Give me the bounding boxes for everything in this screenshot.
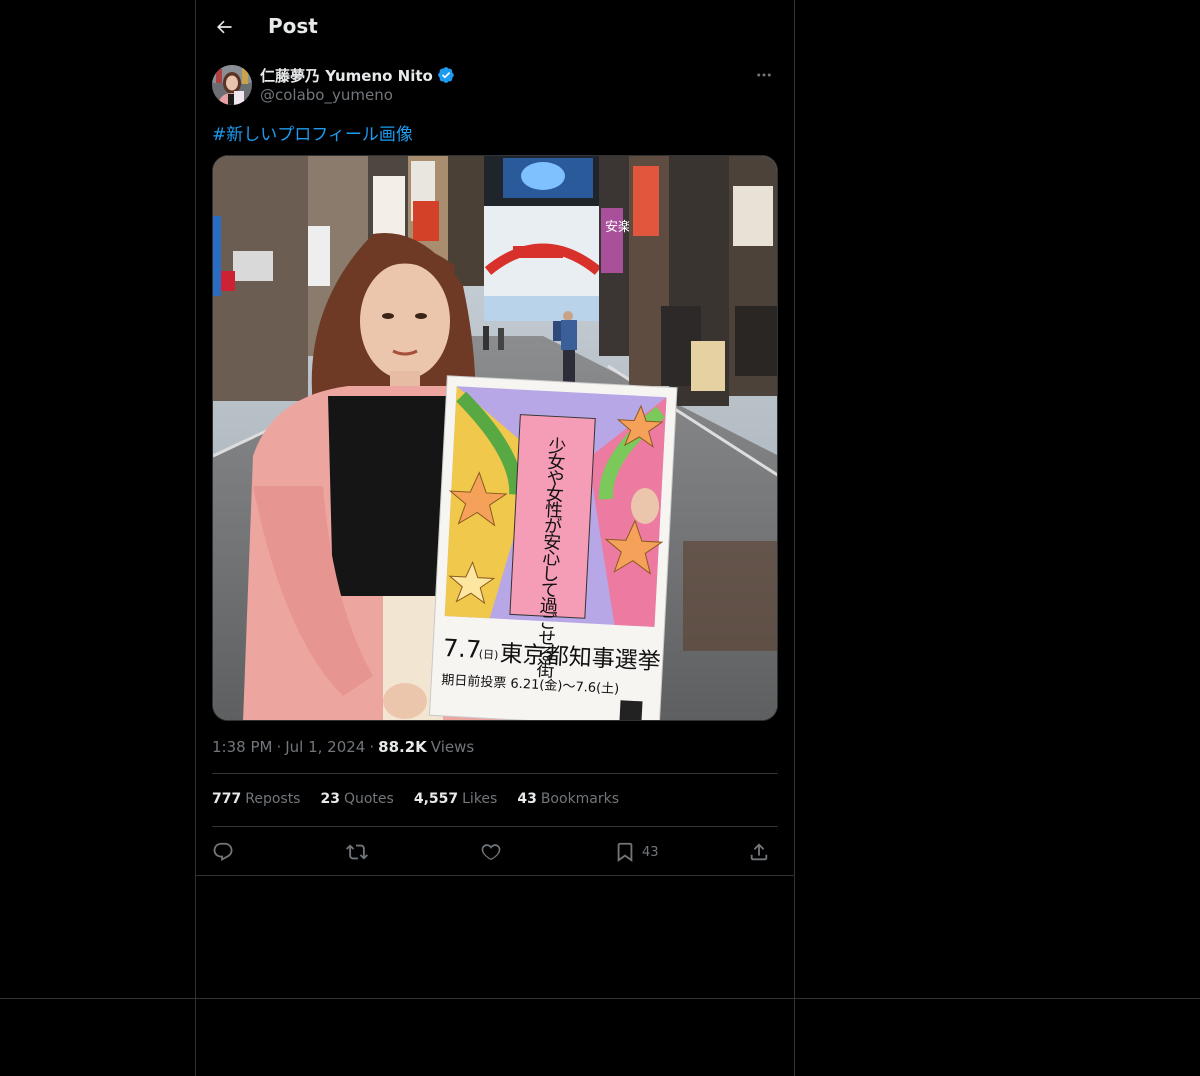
bookmark-icon: [617, 842, 633, 862]
reply-icon: [213, 842, 233, 861]
action-bar: 43: [212, 838, 778, 866]
repost-button[interactable]: [346, 838, 368, 866]
display-name[interactable]: 仁藤夢乃 Yumeno Nito: [260, 65, 433, 86]
repost-icon: [346, 844, 368, 860]
verified-badge-icon: [437, 66, 455, 84]
page-title: Post: [268, 14, 318, 38]
share-button[interactable]: [748, 838, 770, 866]
hashtag-link[interactable]: #新しいプロフィール画像: [212, 120, 413, 145]
heart-icon: [481, 844, 501, 861]
meta-separator: ·: [369, 738, 375, 756]
post-date[interactable]: Jul 1, 2024: [285, 738, 365, 756]
share-icon: [750, 843, 768, 861]
quotes-stat[interactable]: 23 Quotes: [320, 791, 393, 807]
views-label: Views: [430, 738, 475, 756]
divider: [212, 826, 778, 827]
post-author: 仁藤夢乃 Yumeno Nito @colabo_yumeno: [212, 64, 778, 108]
photo-illustration: 安楽亭 少女や女性が安心して過ごせる街 7.7 (日) 東京都知事選挙 期日前投…: [213, 156, 777, 720]
avatar[interactable]: [212, 65, 252, 105]
reply-button[interactable]: [212, 838, 234, 866]
like-button[interactable]: [480, 838, 502, 866]
user-handle[interactable]: @colabo_yumeno: [260, 86, 393, 104]
post-header: Post: [196, 0, 794, 54]
reposts-stat[interactable]: 777 Reposts: [212, 791, 300, 807]
meta-separator: ·: [276, 738, 282, 756]
likes-stat[interactable]: 4,557 Likes: [414, 791, 498, 807]
bookmark-button[interactable]: 43: [614, 838, 659, 866]
views-count: 88.2K: [378, 738, 427, 756]
name-row: 仁藤夢乃 Yumeno Nito: [260, 64, 455, 86]
primary-column: Post 仁藤夢乃 Yumeno Nito @colabo_yumeno #新し…: [195, 0, 795, 1076]
arrow-left-icon: [217, 20, 232, 34]
sign-date: 7.7: [442, 634, 482, 664]
post-metadata: 1:38 PM · Jul 1, 2024 · 88.2K Views: [212, 738, 474, 756]
sign-day: (日): [478, 648, 498, 662]
post-time[interactable]: 1:38 PM: [212, 738, 272, 756]
bookmark-count: 43: [642, 844, 659, 860]
more-horizontal-icon: [757, 73, 771, 77]
page-divider: [0, 998, 1200, 999]
divider: [212, 773, 778, 774]
bookmarks-stat[interactable]: 43 Bookmarks: [517, 791, 619, 807]
back-button[interactable]: [208, 11, 240, 43]
more-options-button[interactable]: [750, 64, 778, 86]
post-image[interactable]: 安楽亭 少女や女性が安心して過ごせる街 7.7 (日) 東京都知事選挙 期日前投…: [212, 155, 778, 721]
engagement-stats: 777 Reposts 23 Quotes 4,557 Likes 43 Bookmar…: [212, 791, 619, 807]
post-bottom-border: [196, 875, 794, 876]
